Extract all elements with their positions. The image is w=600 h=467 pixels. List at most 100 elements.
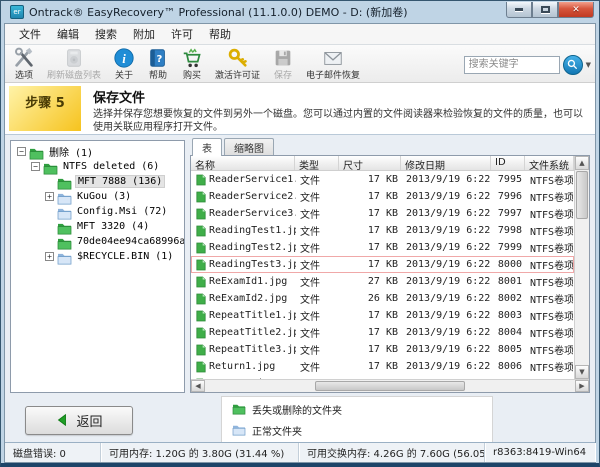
scroll-down-icon[interactable]: ▼ xyxy=(575,365,589,379)
tools-icon xyxy=(13,47,35,69)
cell-name: RepeatTitle3.jpg xyxy=(192,344,296,356)
tree-item-label: KuGou (3) xyxy=(75,191,133,202)
toolbar-button-disk: 刷新磁盘列表 xyxy=(41,46,107,81)
horizontal-scroll-thumb[interactable] xyxy=(315,381,465,391)
menu-item-帮助[interactable]: 帮助 xyxy=(201,24,239,44)
tree-item[interactable]: MFT 3320 (4) xyxy=(13,219,184,234)
cell-filesystem: NTFS卷项目 xyxy=(526,308,573,323)
table-body: ReaderService1.jpg文件17 KB2013/9/19 6:22:… xyxy=(191,171,574,379)
table-row[interactable]: ReadingTest1.jpg文件17 KB2013/9/19 6:22:26… xyxy=(191,222,574,239)
tree-item[interactable]: −NTFS deleted (6) xyxy=(13,159,184,174)
cell-filesystem: NTFS卷项目 xyxy=(526,189,573,204)
tree-item[interactable]: + KuGou (3) xyxy=(13,189,184,204)
toolbar-button-label: 激活许可证 xyxy=(215,68,260,81)
scroll-left-icon[interactable]: ◀ xyxy=(191,380,205,392)
svg-text:?: ? xyxy=(156,54,162,65)
cell-id: 8002 xyxy=(492,293,526,304)
tab-表[interactable]: 表 xyxy=(192,138,222,156)
menu-bar: 文件编辑搜索附加许可帮助 xyxy=(5,24,595,45)
search-input[interactable] xyxy=(464,56,560,74)
table-row[interactable]: ReadingTest2.jpg文件17 KB2013/9/19 6:22:26… xyxy=(191,239,574,256)
search-dropdown-arrow[interactable]: ▼ xyxy=(586,61,591,69)
horizontal-scroll-track[interactable] xyxy=(205,380,314,392)
menu-item-编辑[interactable]: 编辑 xyxy=(49,24,87,44)
cell-name: ReaderService2.jpg xyxy=(192,191,296,203)
vertical-scroll-thumb[interactable] xyxy=(576,171,588,219)
table-row[interactable]: ReadingTest3.jpg文件17 KB2013/9/19 6:22:26… xyxy=(191,256,574,273)
expand-icon[interactable]: + xyxy=(45,192,54,201)
toolbar-button-email[interactable]: 电子邮件恢复 xyxy=(300,46,366,81)
key-icon xyxy=(227,47,249,69)
folder-tree: −删除 (1)−NTFS deleted (6)MFT 7888 (136) + K… xyxy=(10,140,185,393)
tab-缩略图[interactable]: 缩略图 xyxy=(224,138,274,156)
back-button-label: 返回 xyxy=(76,411,102,430)
file-name: ReadingTest2.jpg xyxy=(209,242,296,253)
title-bar: er Ontrack® EasyRecovery™ Professional (… xyxy=(4,1,596,23)
column-header-4[interactable]: 修改日期 xyxy=(401,156,491,170)
tree-item-label: $RECYCLE.BIN (1) xyxy=(75,251,175,262)
menu-item-文件[interactable]: 文件 xyxy=(11,24,49,44)
horizontal-scrollbar[interactable]: ◀ ▶ xyxy=(191,379,589,392)
toolbar-button-label: 选项 xyxy=(15,68,33,81)
scroll-right-icon[interactable]: ▶ xyxy=(575,380,589,392)
cell-type: 文件 xyxy=(296,291,340,306)
file-icon xyxy=(196,174,206,186)
table-row[interactable]: ReExamId2.jpg文件26 KB2013/9/19 6:22:26800… xyxy=(191,290,574,307)
collapse-icon[interactable]: − xyxy=(31,162,40,171)
minimize-button[interactable] xyxy=(506,2,532,18)
tree-item[interactable]: 70de04ee94ca68996a (3) xyxy=(13,234,184,249)
table-row[interactable]: RepeatTitle1.jpg文件17 KB2013/9/19 6:22:26… xyxy=(191,307,574,324)
table-row[interactable]: ReaderService3.jpg文件17 KB2013/9/19 6:22:… xyxy=(191,205,574,222)
search-button[interactable] xyxy=(563,55,583,75)
toolbar-button-save: 保存 xyxy=(266,46,300,81)
cell-id: 8003 xyxy=(492,310,526,321)
toolbar-button-help-book[interactable]: ? 帮助 xyxy=(141,46,175,81)
menu-item-附加[interactable]: 附加 xyxy=(125,24,163,44)
column-header-5[interactable]: ID xyxy=(491,156,525,170)
menu-item-许可[interactable]: 许可 xyxy=(163,24,201,44)
column-header-1[interactable]: 名称 xyxy=(191,156,295,170)
table-row[interactable]: ReaderService1.jpg文件17 KB2013/9/19 6:22:… xyxy=(191,171,574,188)
view-tabs: 表缩略图 xyxy=(190,140,590,156)
column-header-3[interactable]: 尺寸 xyxy=(339,156,401,170)
cell-filesystem: NTFS卷项目 xyxy=(526,257,573,272)
table-row[interactable]: RepeatTitle3.jpg文件17 KB2013/9/19 6:22:26… xyxy=(191,341,574,358)
back-button[interactable]: 返回 xyxy=(25,406,133,435)
cell-type: 文件 xyxy=(296,206,340,221)
toolbar-button-info[interactable]: i关于 xyxy=(107,46,141,81)
column-header-2[interactable]: 类型 xyxy=(295,156,339,170)
vertical-scrollbar[interactable]: ▲ ▼ xyxy=(574,156,589,379)
horizontal-scroll-track2[interactable] xyxy=(466,380,575,392)
tree-item[interactable]: −删除 (1) xyxy=(13,144,184,159)
step-header: 步骤 5 保存文件 选择并保存您想要恢复的文件到另外一个磁盘。您可以通过内置的文… xyxy=(5,83,595,135)
toolbar-button-cart[interactable]: 购买 xyxy=(175,46,209,81)
toolbar-button-key[interactable]: 激活许可证 xyxy=(209,46,266,81)
table-row[interactable]: RepeatTitle2.jpg文件17 KB2013/9/19 6:22:26… xyxy=(191,324,574,341)
step-badge: 步骤 5 xyxy=(9,86,81,131)
table-row[interactable]: ReaderService2.jpg文件17 KB2013/9/19 6:22:… xyxy=(191,188,574,205)
toolbar-button-label: 关于 xyxy=(115,68,133,81)
table-row[interactable]: ReExamId1.jpg文件27 KB2013/9/19 6:22:26800… xyxy=(191,273,574,290)
vertical-scroll-track[interactable] xyxy=(575,220,589,365)
file-name: ReadingTest3.jpg xyxy=(209,259,296,270)
cart-icon xyxy=(181,47,203,69)
file-name: ReadingTest1.jpg xyxy=(209,225,296,236)
collapse-icon[interactable]: − xyxy=(17,147,26,156)
close-button[interactable]: ✕ xyxy=(558,2,594,18)
tree-item[interactable]: MFT 7888 (136) xyxy=(13,174,184,189)
table-row[interactable]: Return1.jpg文件17 KB2013/9/19 6:22:268006N… xyxy=(191,358,574,375)
menu-item-搜索[interactable]: 搜索 xyxy=(87,24,125,44)
scroll-up-icon[interactable]: ▲ xyxy=(575,156,589,170)
cell-filesystem: NTFS卷项目 xyxy=(526,342,573,357)
maximize-button[interactable] xyxy=(532,2,558,18)
column-header-6[interactable]: 文件系统 xyxy=(525,156,574,170)
expand-icon[interactable]: + xyxy=(45,252,54,261)
tree-item[interactable]: + $RECYCLE.BIN (1) xyxy=(13,249,184,264)
legend-item: 正常文件夹 xyxy=(232,421,482,440)
legend-box: 丢失或删除的文件夹正常文件夹 xyxy=(221,396,493,444)
toolbar-button-label: 帮助 xyxy=(149,68,167,81)
cell-id: 7998 xyxy=(492,225,526,236)
toolbar-button-tools[interactable]: 选项 xyxy=(7,46,41,81)
cell-date: 2013/9/19 6:22:26 xyxy=(402,276,492,287)
tree-item[interactable]: Config.Msi (72) xyxy=(13,204,184,219)
